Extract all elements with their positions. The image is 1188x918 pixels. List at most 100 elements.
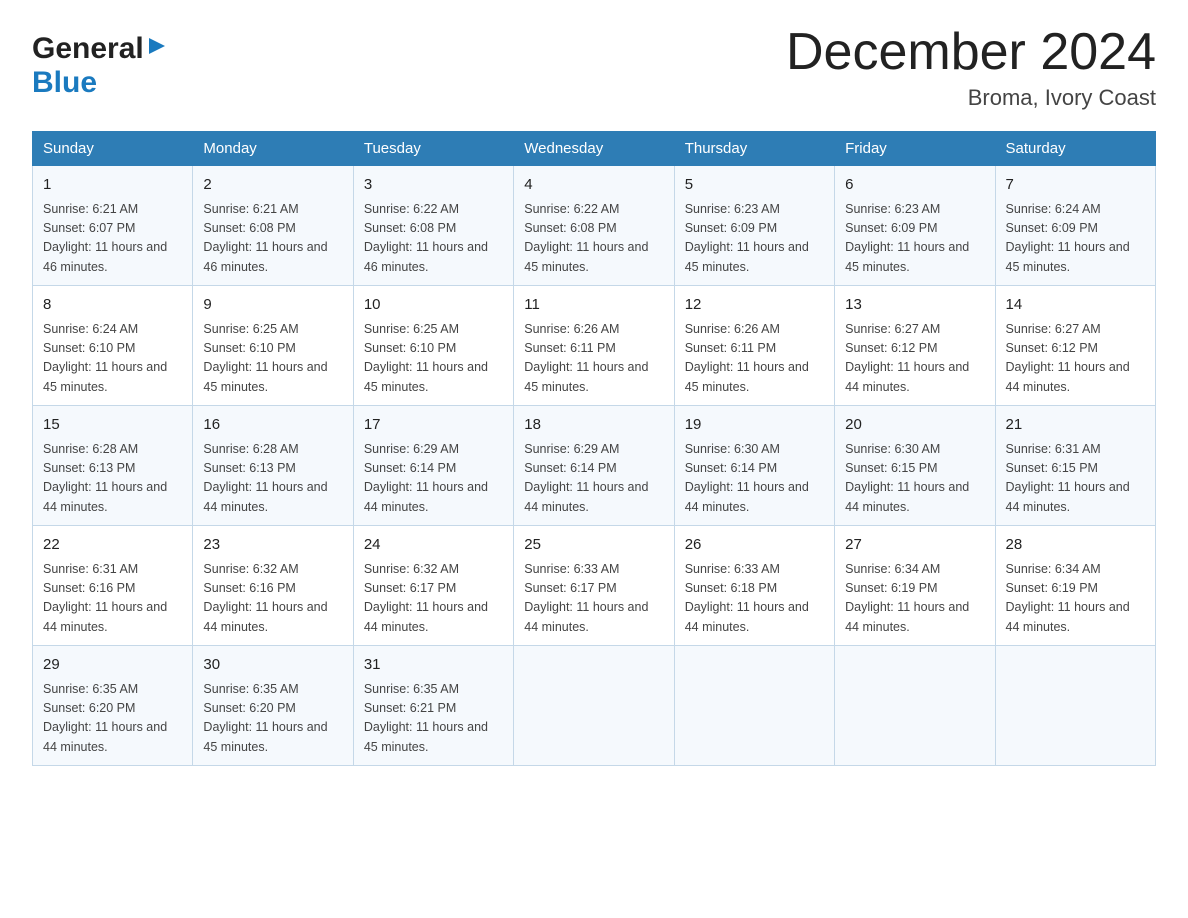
day-number: 18 — [524, 414, 663, 437]
calendar-cell-w3-d1: 15 Sunrise: 6:28 AM Sunset: 6:13 PM Dayl… — [33, 406, 193, 526]
day-info: Sunrise: 6:29 AM Sunset: 6:14 PM Dayligh… — [364, 440, 503, 518]
calendar-cell-w3-d5: 19 Sunrise: 6:30 AM Sunset: 6:14 PM Dayl… — [674, 406, 834, 526]
calendar-cell-w5-d4 — [514, 646, 674, 766]
calendar-cell-w2-d7: 14 Sunrise: 6:27 AM Sunset: 6:12 PM Dayl… — [995, 286, 1155, 406]
day-number: 13 — [845, 294, 984, 317]
day-number: 12 — [685, 294, 824, 317]
day-info: Sunrise: 6:33 AM Sunset: 6:18 PM Dayligh… — [685, 560, 824, 638]
day-number: 23 — [203, 534, 342, 557]
calendar-cell-w4-d2: 23 Sunrise: 6:32 AM Sunset: 6:16 PM Dayl… — [193, 526, 353, 646]
day-info: Sunrise: 6:26 AM Sunset: 6:11 PM Dayligh… — [524, 320, 663, 398]
calendar-cell-w5-d5 — [674, 646, 834, 766]
col-saturday: Saturday — [995, 132, 1155, 166]
month-title: December 2024 — [786, 24, 1156, 81]
calendar-cell-w1-d2: 2 Sunrise: 6:21 AM Sunset: 6:08 PM Dayli… — [193, 166, 353, 286]
day-number: 9 — [203, 294, 342, 317]
day-number: 30 — [203, 654, 342, 677]
col-thursday: Thursday — [674, 132, 834, 166]
day-number: 20 — [845, 414, 984, 437]
day-info: Sunrise: 6:31 AM Sunset: 6:16 PM Dayligh… — [43, 560, 182, 638]
day-info: Sunrise: 6:22 AM Sunset: 6:08 PM Dayligh… — [524, 200, 663, 278]
calendar-table: Sunday Monday Tuesday Wednesday Thursday… — [32, 131, 1156, 766]
day-number: 11 — [524, 294, 663, 317]
day-number: 14 — [1006, 294, 1145, 317]
calendar-cell-w5-d1: 29 Sunrise: 6:35 AM Sunset: 6:20 PM Dayl… — [33, 646, 193, 766]
title-area: December 2024 Broma, Ivory Coast — [786, 24, 1156, 111]
day-number: 24 — [364, 534, 503, 557]
day-info: Sunrise: 6:32 AM Sunset: 6:16 PM Dayligh… — [203, 560, 342, 638]
day-info: Sunrise: 6:34 AM Sunset: 6:19 PM Dayligh… — [845, 560, 984, 638]
day-number: 21 — [1006, 414, 1145, 437]
day-info: Sunrise: 6:27 AM Sunset: 6:12 PM Dayligh… — [845, 320, 984, 398]
day-number: 15 — [43, 414, 182, 437]
day-info: Sunrise: 6:21 AM Sunset: 6:07 PM Dayligh… — [43, 200, 182, 278]
day-info: Sunrise: 6:21 AM Sunset: 6:08 PM Dayligh… — [203, 200, 342, 278]
day-number: 6 — [845, 174, 984, 197]
page-header: General Blue December 2024 Broma, Ivory … — [32, 24, 1156, 111]
location-title: Broma, Ivory Coast — [786, 85, 1156, 111]
calendar-cell-w3-d2: 16 Sunrise: 6:28 AM Sunset: 6:13 PM Dayl… — [193, 406, 353, 526]
calendar-cell-w4-d7: 28 Sunrise: 6:34 AM Sunset: 6:19 PM Dayl… — [995, 526, 1155, 646]
calendar-cell-w1-d3: 3 Sunrise: 6:22 AM Sunset: 6:08 PM Dayli… — [353, 166, 513, 286]
day-number: 3 — [364, 174, 503, 197]
calendar-cell-w2-d4: 11 Sunrise: 6:26 AM Sunset: 6:11 PM Dayl… — [514, 286, 674, 406]
day-number: 2 — [203, 174, 342, 197]
day-info: Sunrise: 6:25 AM Sunset: 6:10 PM Dayligh… — [364, 320, 503, 398]
calendar-cell-w3-d4: 18 Sunrise: 6:29 AM Sunset: 6:14 PM Dayl… — [514, 406, 674, 526]
day-number: 4 — [524, 174, 663, 197]
calendar-week-5: 29 Sunrise: 6:35 AM Sunset: 6:20 PM Dayl… — [33, 646, 1156, 766]
day-info: Sunrise: 6:22 AM Sunset: 6:08 PM Dayligh… — [364, 200, 503, 278]
logo: General Blue — [32, 24, 165, 100]
day-info: Sunrise: 6:23 AM Sunset: 6:09 PM Dayligh… — [845, 200, 984, 278]
day-number: 31 — [364, 654, 503, 677]
day-number: 10 — [364, 294, 503, 317]
day-info: Sunrise: 6:24 AM Sunset: 6:09 PM Dayligh… — [1006, 200, 1145, 278]
calendar-cell-w1-d5: 5 Sunrise: 6:23 AM Sunset: 6:09 PM Dayli… — [674, 166, 834, 286]
day-info: Sunrise: 6:31 AM Sunset: 6:15 PM Dayligh… — [1006, 440, 1145, 518]
day-number: 26 — [685, 534, 824, 557]
day-number: 5 — [685, 174, 824, 197]
calendar-cell-w5-d6 — [835, 646, 995, 766]
calendar-cell-w1-d4: 4 Sunrise: 6:22 AM Sunset: 6:08 PM Dayli… — [514, 166, 674, 286]
day-info: Sunrise: 6:30 AM Sunset: 6:14 PM Dayligh… — [685, 440, 824, 518]
day-number: 8 — [43, 294, 182, 317]
col-tuesday: Tuesday — [353, 132, 513, 166]
day-number: 16 — [203, 414, 342, 437]
calendar-cell-w2-d2: 9 Sunrise: 6:25 AM Sunset: 6:10 PM Dayli… — [193, 286, 353, 406]
calendar-cell-w4-d3: 24 Sunrise: 6:32 AM Sunset: 6:17 PM Dayl… — [353, 526, 513, 646]
day-number: 19 — [685, 414, 824, 437]
logo-blue-text: Blue — [32, 66, 97, 100]
day-number: 22 — [43, 534, 182, 557]
day-number: 17 — [364, 414, 503, 437]
calendar-cell-w5-d3: 31 Sunrise: 6:35 AM Sunset: 6:21 PM Dayl… — [353, 646, 513, 766]
day-number: 29 — [43, 654, 182, 677]
day-info: Sunrise: 6:28 AM Sunset: 6:13 PM Dayligh… — [203, 440, 342, 518]
calendar-cell-w2-d1: 8 Sunrise: 6:24 AM Sunset: 6:10 PM Dayli… — [33, 286, 193, 406]
day-info: Sunrise: 6:35 AM Sunset: 6:21 PM Dayligh… — [364, 680, 503, 758]
calendar-cell-w4-d1: 22 Sunrise: 6:31 AM Sunset: 6:16 PM Dayl… — [33, 526, 193, 646]
calendar-cell-w4-d6: 27 Sunrise: 6:34 AM Sunset: 6:19 PM Dayl… — [835, 526, 995, 646]
day-info: Sunrise: 6:30 AM Sunset: 6:15 PM Dayligh… — [845, 440, 984, 518]
col-friday: Friday — [835, 132, 995, 166]
day-info: Sunrise: 6:35 AM Sunset: 6:20 PM Dayligh… — [203, 680, 342, 758]
calendar-week-3: 15 Sunrise: 6:28 AM Sunset: 6:13 PM Dayl… — [33, 406, 1156, 526]
calendar-cell-w2-d6: 13 Sunrise: 6:27 AM Sunset: 6:12 PM Dayl… — [835, 286, 995, 406]
calendar-cell-w1-d6: 6 Sunrise: 6:23 AM Sunset: 6:09 PM Dayli… — [835, 166, 995, 286]
day-info: Sunrise: 6:24 AM Sunset: 6:10 PM Dayligh… — [43, 320, 182, 398]
calendar-week-2: 8 Sunrise: 6:24 AM Sunset: 6:10 PM Dayli… — [33, 286, 1156, 406]
logo-flag-icon — [147, 38, 165, 60]
logo-general-text: General — [32, 32, 144, 66]
calendar-cell-w5-d7 — [995, 646, 1155, 766]
day-number: 25 — [524, 534, 663, 557]
calendar-cell-w3-d6: 20 Sunrise: 6:30 AM Sunset: 6:15 PM Dayl… — [835, 406, 995, 526]
day-number: 7 — [1006, 174, 1145, 197]
day-info: Sunrise: 6:34 AM Sunset: 6:19 PM Dayligh… — [1006, 560, 1145, 638]
calendar-cell-w3-d7: 21 Sunrise: 6:31 AM Sunset: 6:15 PM Dayl… — [995, 406, 1155, 526]
calendar-cell-w2-d3: 10 Sunrise: 6:25 AM Sunset: 6:10 PM Dayl… — [353, 286, 513, 406]
day-info: Sunrise: 6:27 AM Sunset: 6:12 PM Dayligh… — [1006, 320, 1145, 398]
calendar-cell-w4-d4: 25 Sunrise: 6:33 AM Sunset: 6:17 PM Dayl… — [514, 526, 674, 646]
day-number: 28 — [1006, 534, 1145, 557]
day-info: Sunrise: 6:32 AM Sunset: 6:17 PM Dayligh… — [364, 560, 503, 638]
day-info: Sunrise: 6:25 AM Sunset: 6:10 PM Dayligh… — [203, 320, 342, 398]
calendar-week-1: 1 Sunrise: 6:21 AM Sunset: 6:07 PM Dayli… — [33, 166, 1156, 286]
